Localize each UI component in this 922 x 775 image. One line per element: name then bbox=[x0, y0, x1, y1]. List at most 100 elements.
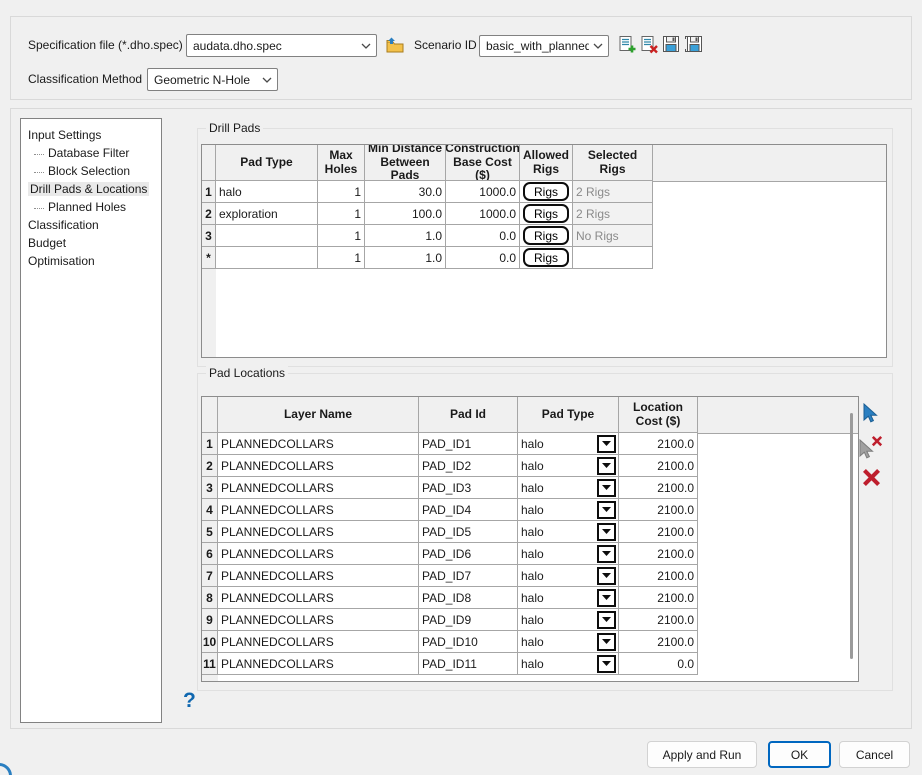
layer-name-cell[interactable]: PLANNEDCOLLARS bbox=[218, 587, 419, 609]
location-cost-cell[interactable]: 2100.0 bbox=[619, 565, 698, 587]
pad-type-dropdown-cell[interactable]: halo bbox=[518, 609, 619, 631]
row-header[interactable]: 1 bbox=[202, 433, 218, 455]
layer-name-cell[interactable]: PLANNEDCOLLARS bbox=[218, 543, 419, 565]
row-header[interactable]: 1 bbox=[202, 181, 216, 203]
max-holes-cell[interactable]: 1 bbox=[318, 181, 365, 203]
dropdown-arrow-icon[interactable] bbox=[597, 523, 616, 541]
row-header[interactable]: 10 bbox=[202, 631, 218, 653]
pad-type-dropdown-cell[interactable]: halo bbox=[518, 565, 619, 587]
dropdown-arrow-icon[interactable] bbox=[597, 633, 616, 651]
base-cost-cell[interactable]: 0.0 bbox=[446, 225, 520, 247]
location-cost-cell[interactable]: 2100.0 bbox=[619, 521, 698, 543]
classification-method-combobox[interactable]: Geometric N-Hole bbox=[147, 68, 278, 91]
open-folder-icon[interactable] bbox=[384, 35, 404, 55]
pad-type-cell[interactable] bbox=[216, 225, 318, 247]
min-distance-cell[interactable]: 1.0 bbox=[365, 247, 446, 269]
cancel-button[interactable]: Cancel bbox=[839, 741, 910, 768]
pad-type-dropdown-cell[interactable]: halo bbox=[518, 631, 619, 653]
row-header[interactable]: 2 bbox=[202, 455, 218, 477]
location-cost-cell[interactable]: 0.0 bbox=[619, 653, 698, 675]
tree-item-block-selection[interactable]: Block Selection bbox=[21, 162, 161, 180]
pad-id-cell[interactable]: PAD_ID1 bbox=[419, 433, 518, 455]
rigs-button[interactable]: Rigs bbox=[523, 248, 569, 267]
location-cost-cell[interactable]: 2100.0 bbox=[619, 631, 698, 653]
help-button[interactable]: ? bbox=[183, 689, 196, 713]
max-holes-cell[interactable]: 1 bbox=[318, 247, 365, 269]
row-header[interactable]: 6 bbox=[202, 543, 218, 565]
save-icon[interactable] bbox=[661, 34, 681, 54]
location-cost-cell[interactable]: 2100.0 bbox=[619, 609, 698, 631]
row-header[interactable]: 3 bbox=[202, 477, 218, 499]
row-header[interactable]: 8 bbox=[202, 587, 218, 609]
pad-type-dropdown-cell[interactable]: halo bbox=[518, 543, 619, 565]
pad-id-cell[interactable]: PAD_ID8 bbox=[419, 587, 518, 609]
pad-id-cell[interactable]: PAD_ID5 bbox=[419, 521, 518, 543]
rigs-button[interactable]: Rigs bbox=[523, 226, 569, 245]
tree-item-database-filter[interactable]: Database Filter bbox=[21, 144, 161, 162]
pad-type-dropdown-cell[interactable]: halo bbox=[518, 433, 619, 455]
pad-type-dropdown-cell[interactable]: halo bbox=[518, 455, 619, 477]
pad-type-dropdown-cell[interactable]: halo bbox=[518, 499, 619, 521]
layer-name-cell[interactable]: PLANNEDCOLLARS bbox=[218, 455, 419, 477]
dropdown-arrow-icon[interactable] bbox=[597, 655, 616, 673]
layer-name-cell[interactable]: PLANNEDCOLLARS bbox=[218, 653, 419, 675]
layer-name-cell[interactable]: PLANNEDCOLLARS bbox=[218, 521, 419, 543]
dropdown-arrow-icon[interactable] bbox=[597, 611, 616, 629]
tree-item-input-settings[interactable]: Input Settings bbox=[21, 126, 161, 144]
row-header[interactable]: 2 bbox=[202, 203, 216, 225]
pad-type-cell[interactable]: halo bbox=[216, 181, 318, 203]
arrow-cursor-remove-icon[interactable] bbox=[856, 435, 886, 461]
arrow-cursor-icon[interactable] bbox=[860, 403, 880, 425]
tree-item-classification[interactable]: Classification bbox=[21, 216, 161, 234]
row-header[interactable]: 7 bbox=[202, 565, 218, 587]
layer-name-cell[interactable]: PLANNEDCOLLARS bbox=[218, 609, 419, 631]
ok-button[interactable]: OK bbox=[768, 741, 831, 768]
spec-file-combobox[interactable]: audata.dho.spec bbox=[186, 34, 377, 57]
row-header[interactable]: 11 bbox=[202, 653, 218, 675]
save-as-icon[interactable] bbox=[683, 34, 703, 54]
pad-type-cell[interactable] bbox=[216, 247, 318, 269]
document-add-icon[interactable] bbox=[617, 34, 637, 54]
base-cost-cell[interactable]: 1000.0 bbox=[446, 203, 520, 225]
pad-id-cell[interactable]: PAD_ID3 bbox=[419, 477, 518, 499]
pad-type-dropdown-cell[interactable]: halo bbox=[518, 653, 619, 675]
location-cost-cell[interactable]: 2100.0 bbox=[619, 433, 698, 455]
dropdown-arrow-icon[interactable] bbox=[597, 545, 616, 563]
rigs-button[interactable]: Rigs bbox=[523, 204, 569, 223]
dropdown-arrow-icon[interactable] bbox=[597, 435, 616, 453]
apply-and-run-button[interactable]: Apply and Run bbox=[647, 741, 757, 768]
base-cost-cell[interactable]: 0.0 bbox=[446, 247, 520, 269]
dropdown-arrow-icon[interactable] bbox=[597, 501, 616, 519]
dropdown-arrow-icon[interactable] bbox=[597, 457, 616, 475]
dropdown-arrow-icon[interactable] bbox=[597, 567, 616, 585]
pad-id-cell[interactable]: PAD_ID7 bbox=[419, 565, 518, 587]
row-header[interactable]: 3 bbox=[202, 225, 216, 247]
base-cost-cell[interactable]: 1000.0 bbox=[446, 181, 520, 203]
location-cost-cell[interactable]: 2100.0 bbox=[619, 477, 698, 499]
layer-name-cell[interactable]: PLANNEDCOLLARS bbox=[218, 499, 419, 521]
pad-type-dropdown-cell[interactable]: halo bbox=[518, 477, 619, 499]
pad-id-cell[interactable]: PAD_ID10 bbox=[419, 631, 518, 653]
pad-id-cell[interactable]: PAD_ID11 bbox=[419, 653, 518, 675]
scenario-id-combobox[interactable]: basic_with_plannedh bbox=[479, 35, 609, 57]
vertical-scrollbar[interactable] bbox=[850, 413, 853, 659]
red-cross-icon[interactable] bbox=[863, 469, 880, 486]
layer-name-cell[interactable]: PLANNEDCOLLARS bbox=[218, 433, 419, 455]
row-header[interactable]: 4 bbox=[202, 499, 218, 521]
pad-id-cell[interactable]: PAD_ID2 bbox=[419, 455, 518, 477]
location-cost-cell[interactable]: 2100.0 bbox=[619, 455, 698, 477]
location-cost-cell[interactable]: 2100.0 bbox=[619, 587, 698, 609]
min-distance-cell[interactable]: 100.0 bbox=[365, 203, 446, 225]
pad-type-cell[interactable]: exploration bbox=[216, 203, 318, 225]
document-delete-icon[interactable] bbox=[639, 34, 659, 54]
layer-name-cell[interactable]: PLANNEDCOLLARS bbox=[218, 565, 419, 587]
location-cost-cell[interactable]: 2100.0 bbox=[619, 543, 698, 565]
dropdown-arrow-icon[interactable] bbox=[597, 479, 616, 497]
layer-name-cell[interactable]: PLANNEDCOLLARS bbox=[218, 631, 419, 653]
dropdown-arrow-icon[interactable] bbox=[597, 589, 616, 607]
min-distance-cell[interactable]: 30.0 bbox=[365, 181, 446, 203]
pad-id-cell[interactable]: PAD_ID9 bbox=[419, 609, 518, 631]
row-header[interactable]: 5 bbox=[202, 521, 218, 543]
pad-type-dropdown-cell[interactable]: halo bbox=[518, 587, 619, 609]
min-distance-cell[interactable]: 1.0 bbox=[365, 225, 446, 247]
